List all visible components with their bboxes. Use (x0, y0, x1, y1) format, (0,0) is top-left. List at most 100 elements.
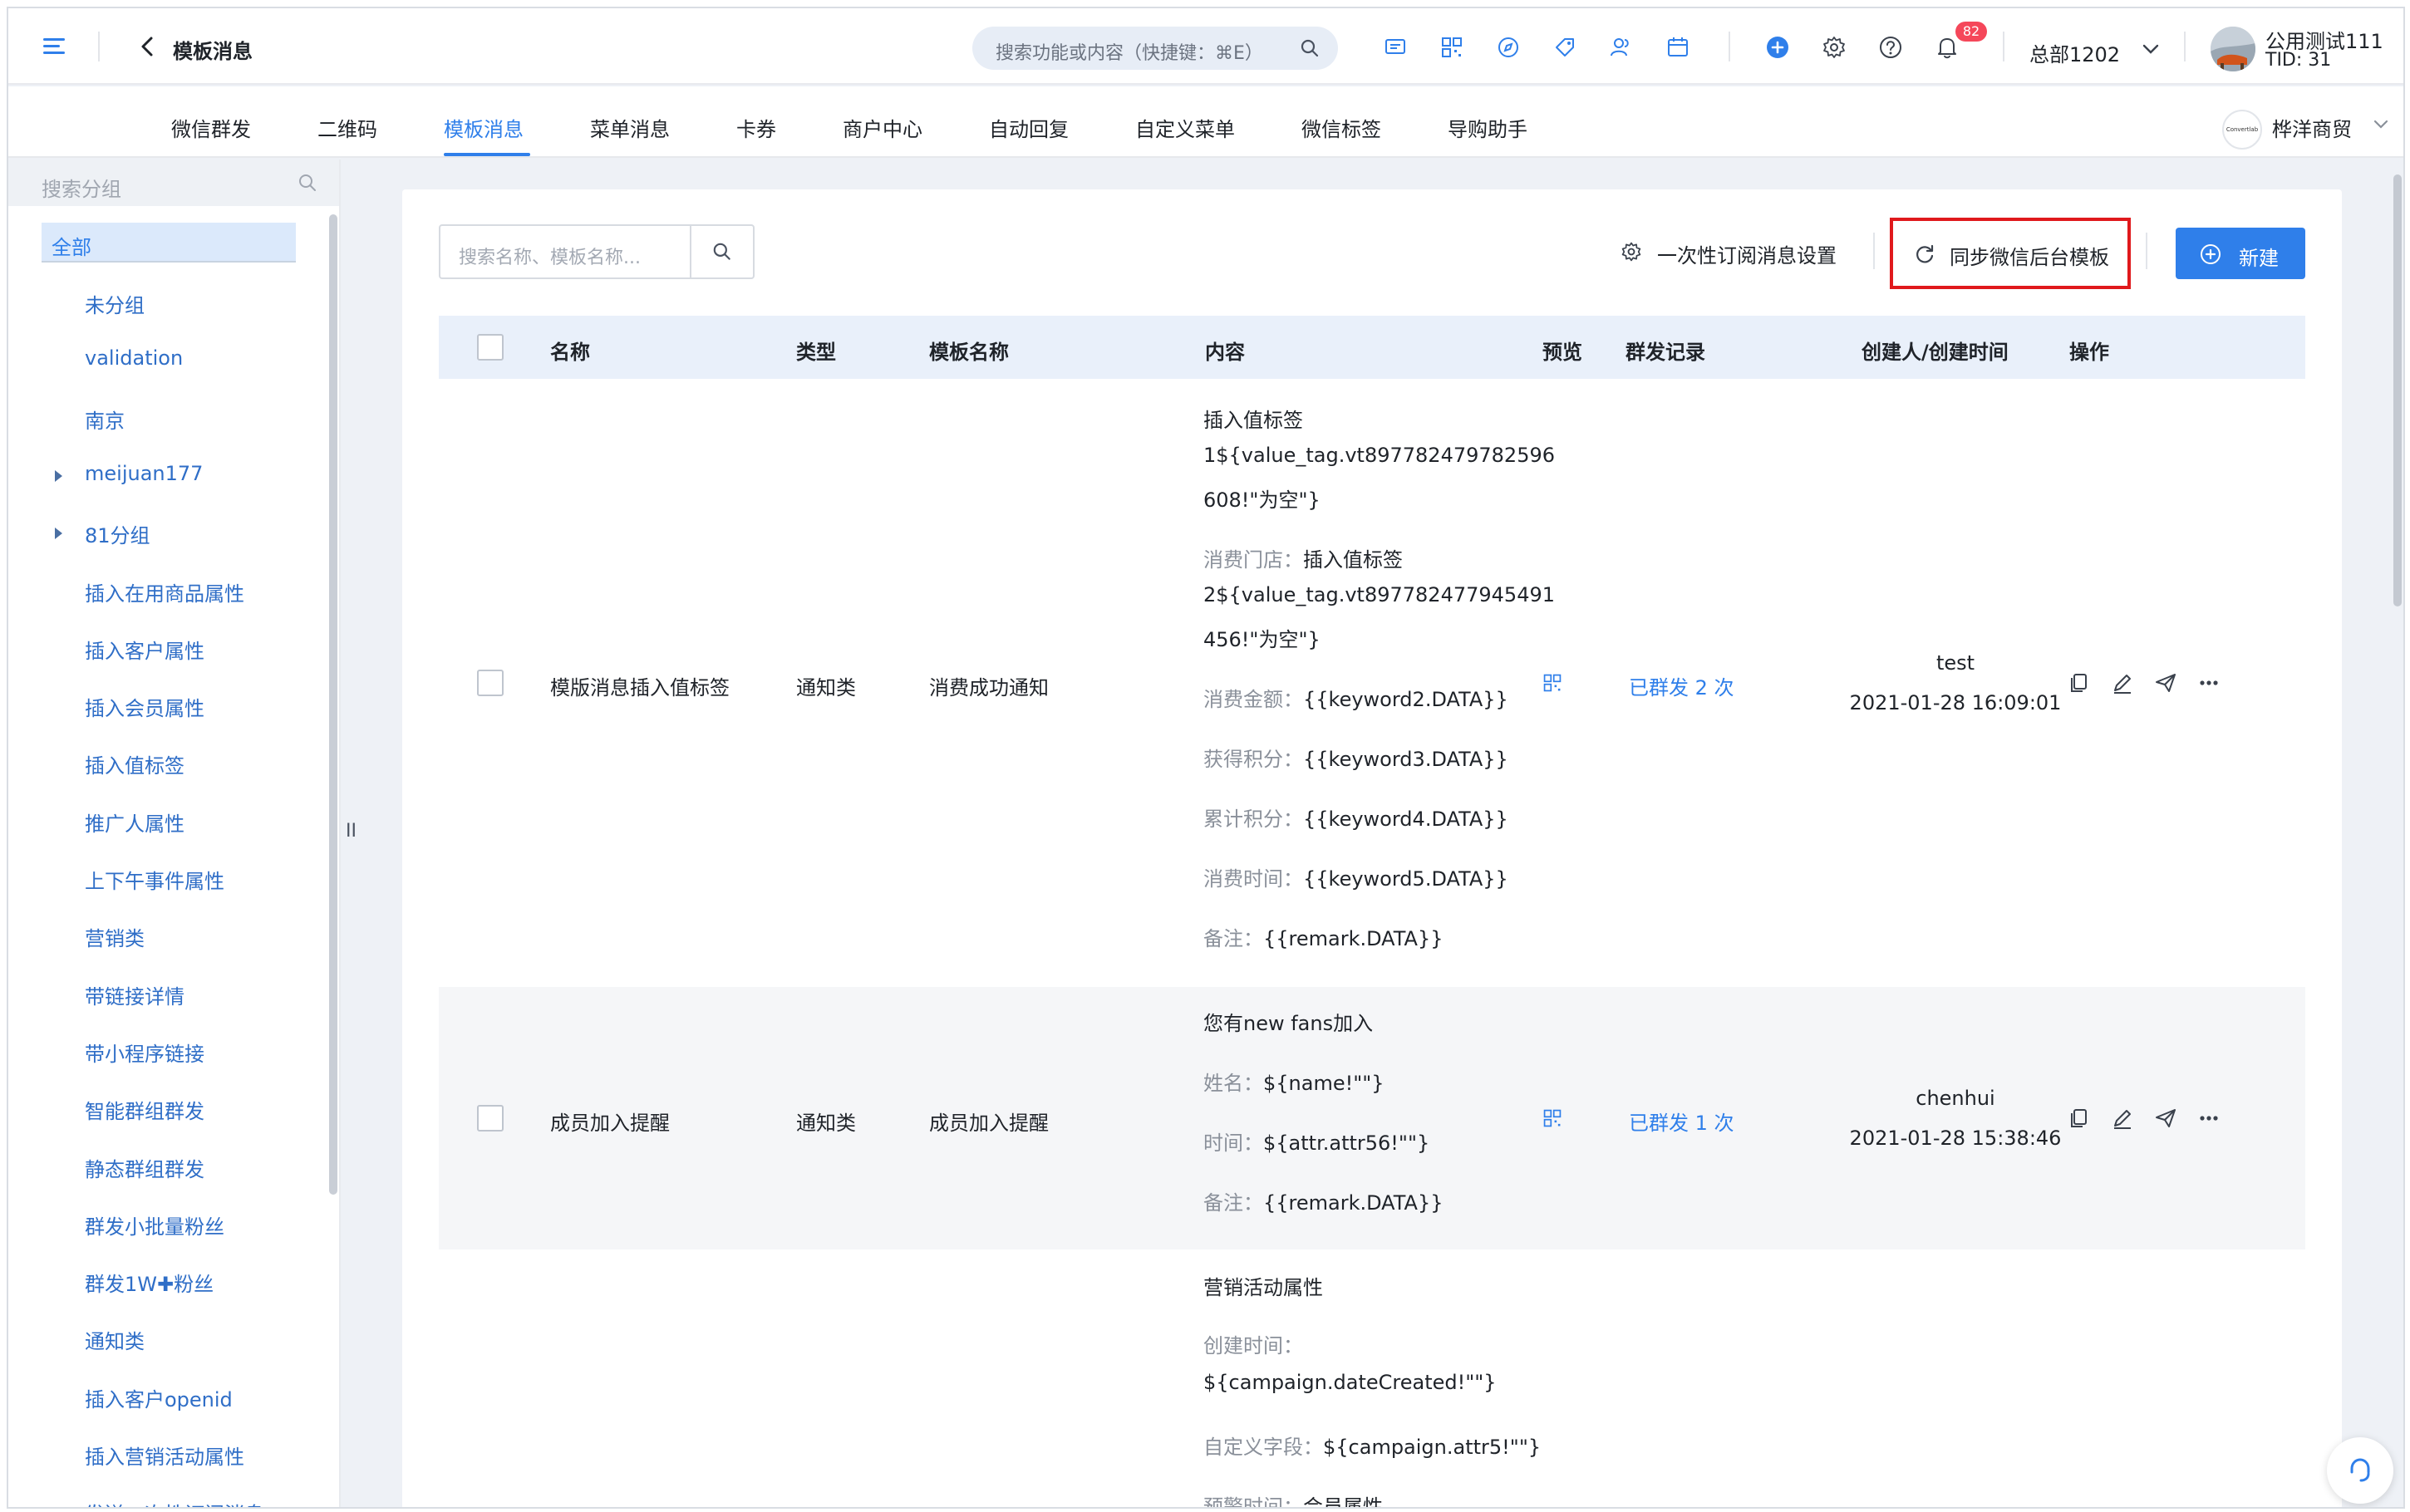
group-item-all[interactable]: 全部 (42, 223, 296, 263)
content-line: 姓名：${name!""} (1203, 1067, 1385, 1096)
template-type: 通知类 (796, 1112, 856, 1135)
content-line: 1${value_tag.vt897782479782596 (1203, 444, 1555, 467)
group-item[interactable]: 插入值标签 (85, 749, 184, 778)
group-item[interactable]: 静态群组群发 (85, 1153, 204, 1182)
more-icon[interactable] (2197, 671, 2221, 695)
send-icon[interactable] (2154, 671, 2177, 695)
copy-icon[interactable] (2068, 1107, 2091, 1130)
more-icon[interactable] (2197, 1107, 2221, 1130)
group-item[interactable]: 发送一次性订阅消息 (85, 1498, 264, 1507)
group-item[interactable]: 南京 (85, 405, 125, 434)
qrcode-icon[interactable] (1439, 35, 1464, 60)
content-line: 营销活动属性 (1203, 1271, 1323, 1300)
creator-name: chenhui (1916, 1087, 1995, 1110)
search-icon[interactable] (711, 241, 733, 263)
one-time-subscription-setting-label: 一次性订阅消息设置 (1657, 244, 1837, 268)
group-item[interactable]: meijuan177 (85, 462, 203, 485)
group-search-input[interactable]: 搜索分组 (8, 160, 339, 206)
menu-icon[interactable] (40, 33, 70, 60)
content-line: 您有new fans加入 (1203, 1007, 1373, 1036)
send-record-link[interactable]: 已群发 1 次 (1629, 1107, 1734, 1136)
table-row: 成员加入提醒 通知类 成员加入提醒 已群发 1 次 chenhui 2021-01-28 … (439, 987, 2305, 1249)
group-item[interactable]: 插入会员属性 (85, 692, 204, 721)
send-record-link[interactable]: 已群发 2 次 (1629, 671, 1734, 700)
group-item[interactable]: 插入客户openid (85, 1383, 233, 1412)
edit-icon[interactable] (2111, 1107, 2134, 1130)
template-list-card: 搜索名称、模板名称... 一次性订阅消息设置 同步微信后台模板 新建 名称 类型… (402, 189, 2342, 1509)
page-title: 模板消息 (173, 40, 253, 63)
tab-auto-reply[interactable]: 自动回复 (989, 113, 1069, 142)
caret-right-icon[interactable] (55, 469, 62, 482)
main-scrollbar[interactable] (2393, 174, 2402, 606)
chevron-down-icon[interactable] (2141, 40, 2161, 58)
group-item[interactable]: 未分组 (85, 289, 145, 318)
column-header-actions: 操作 (2069, 341, 2109, 364)
divider (98, 32, 100, 61)
edit-icon[interactable] (2111, 671, 2134, 695)
group-item[interactable]: 带链接详情 (85, 980, 184, 1009)
group-item[interactable]: 智能群组群发 (85, 1095, 204, 1124)
content-value: {{keyword2.DATA}} (1303, 688, 1508, 711)
search-icon[interactable] (1300, 38, 1320, 58)
group-item[interactable]: 带小程序链接 (85, 1038, 204, 1067)
tag-icon[interactable] (1552, 35, 1577, 60)
content-label: 预警时间： (1203, 1495, 1303, 1509)
new-template-button[interactable]: 新建 (2176, 228, 2305, 279)
copy-icon[interactable] (2068, 671, 2091, 695)
message-icon[interactable] (1383, 35, 1408, 60)
customer-service-button[interactable] (2327, 1437, 2393, 1504)
users-icon[interactable] (1609, 35, 1634, 60)
tab-wechat-tags[interactable]: 微信标签 (1301, 113, 1381, 142)
row-checkbox[interactable] (477, 670, 504, 696)
sync-wechat-templates-button[interactable]: 同步微信后台模板 (1890, 218, 2131, 289)
group-item[interactable]: validation (85, 346, 183, 370)
help-icon[interactable] (1878, 35, 1903, 60)
avatar[interactable] (2211, 27, 2255, 71)
column-header-preview: 预览 (1542, 341, 1582, 364)
tab-menu-message[interactable]: 菜单消息 (590, 113, 670, 142)
send-icon[interactable] (2154, 1107, 2177, 1130)
sidebar-scrollbar[interactable] (329, 214, 337, 1195)
qrcode-preview-icon[interactable] (1542, 1108, 1562, 1128)
org-logo: Convertlab (2222, 110, 2262, 150)
sidebar-collapse-handle[interactable]: II (346, 821, 357, 842)
group-item[interactable]: 通知类 (85, 1325, 145, 1354)
group-item[interactable]: 群发1W✚粉丝 (85, 1268, 214, 1297)
qrcode-preview-icon[interactable] (1542, 673, 1562, 693)
tab-template-message[interactable]: 模板消息 (444, 113, 524, 142)
content-label: 时间： (1203, 1132, 1263, 1155)
tab-shopping-guide[interactable]: 导购助手 (1448, 113, 1527, 142)
creator-name: test (1935, 651, 1975, 675)
group-item[interactable]: 81分组 (85, 519, 150, 548)
group-item[interactable]: 插入客户属性 (85, 635, 204, 664)
group-item[interactable]: 插入营销活动属性 (85, 1441, 244, 1470)
template-title: 成员加入提醒 (929, 1112, 1049, 1135)
global-search[interactable]: 搜索功能或内容（快捷键：⌘E） (972, 27, 1338, 70)
tab-wechat-broadcast[interactable]: 微信群发 (171, 113, 251, 142)
org-switcher[interactable]: 桦洋商贸 (2272, 113, 2352, 142)
add-circle-icon[interactable] (1765, 35, 1790, 60)
gear-icon[interactable] (1822, 35, 1847, 60)
group-item[interactable]: 推广人属性 (85, 808, 184, 837)
compass-icon[interactable] (1496, 35, 1521, 60)
group-search-placeholder: 搜索分组 (42, 178, 121, 201)
store-switcher[interactable]: 总部1202 (2029, 38, 2120, 67)
tab-coupon[interactable]: 卡券 (736, 113, 776, 142)
chevron-down-icon[interactable] (2372, 116, 2390, 133)
group-item[interactable]: 插入在用商品属性 (85, 577, 244, 606)
caret-right-icon[interactable] (55, 528, 62, 540)
template-search-input[interactable]: 搜索名称、模板名称... (439, 224, 755, 279)
tab-custom-menu[interactable]: 自定义菜单 (1135, 113, 1235, 142)
calendar-icon[interactable] (1665, 35, 1690, 60)
tab-merchant-center[interactable]: 商户中心 (843, 113, 922, 142)
row-checkbox[interactable] (477, 1105, 504, 1132)
search-icon[interactable] (298, 173, 317, 193)
group-item[interactable]: 营销类 (85, 922, 145, 951)
group-item[interactable]: 群发小批量粉丝 (85, 1210, 224, 1240)
back-icon[interactable] (133, 32, 163, 61)
refresh-icon (1913, 243, 1936, 266)
select-all-checkbox[interactable] (477, 334, 504, 361)
tab-qrcode[interactable]: 二维码 (317, 113, 377, 142)
group-item[interactable]: 上下午事件属性 (85, 865, 224, 894)
bell-icon[interactable] (1935, 35, 1960, 60)
